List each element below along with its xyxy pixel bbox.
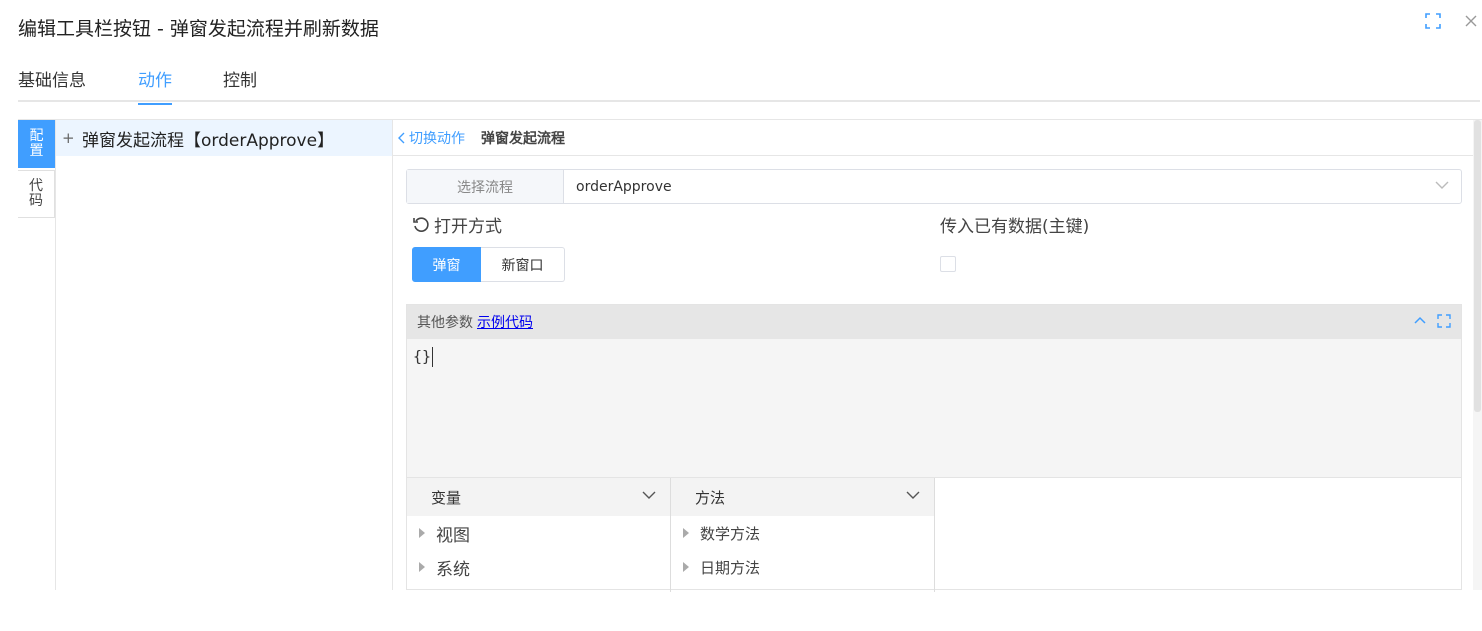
variables-column: 变量 视图 系统 <box>407 478 671 592</box>
caret-right-icon <box>683 562 689 572</box>
open-mode-new-window-button[interactable]: 新窗口 <box>481 247 565 282</box>
fullscreen-icon[interactable] <box>1437 314 1451 328</box>
helpers-area: 变量 视图 系统 方法 数学方法 日期方法 <box>407 477 1461 592</box>
caret-right-icon <box>419 562 425 572</box>
switch-action-label: 切换动作 <box>409 130 465 147</box>
tree-item-label: 数学方法 <box>700 524 761 543</box>
action-config-pane: 切换动作 弹窗发起流程 选择流程 orderApprove 打开方式 弹窗 新窗… <box>393 120 1473 592</box>
pass-data-checkbox[interactable] <box>940 256 956 272</box>
scrollbar-thumb[interactable] <box>1474 120 1481 412</box>
tab-basic-info[interactable]: 基础信息 <box>18 66 86 103</box>
scrollbar[interactable] <box>1473 120 1482 590</box>
side-tab-config-label: 配置 <box>29 128 44 159</box>
open-mode-group: 弹窗 新窗口 <box>412 247 565 282</box>
side-tabs: 配置 代码 <box>18 120 56 590</box>
chevron-left-icon <box>398 132 405 143</box>
expand-icon[interactable]: + <box>62 129 75 147</box>
variables-title: 变量 <box>431 488 462 507</box>
tree-item-label: 视图 <box>436 525 470 546</box>
process-select-value: orderApprove <box>576 178 672 195</box>
side-tab-code-label: 代码 <box>29 178 43 209</box>
fullscreen-button[interactable] <box>1422 10 1444 32</box>
tab-actions[interactable]: 动作 <box>138 66 172 105</box>
action-list: + 弹窗发起流程【orderApprove】 <box>56 120 393 590</box>
breadcrumb: 切换动作 弹窗发起流程 <box>393 120 1473 156</box>
chevron-down-icon <box>1435 181 1449 189</box>
close-icon <box>1465 15 1477 27</box>
action-item[interactable]: + 弹窗发起流程【orderApprove】 <box>56 120 392 156</box>
editor-body: 配置 代码 + 弹窗发起流程【orderApprove】 切换动作 弹窗发起流程… <box>18 119 1482 592</box>
tree-item-system[interactable]: 系统 <box>407 550 670 584</box>
methods-title: 方法 <box>695 488 726 507</box>
process-select-label: 选择流程 <box>407 170 564 203</box>
open-mode-dialog-button[interactable]: 弹窗 <box>412 247 481 282</box>
main-tabs: 基础信息 动作 控制 <box>18 60 1480 105</box>
dialog-title: 编辑工具栏按钮 - 弹窗发起流程并刷新数据 <box>18 18 379 40</box>
text-caret <box>432 347 434 367</box>
example-code-link[interactable]: 示例代码 <box>477 312 533 332</box>
pass-data-label: 传入已有数据(主键) <box>940 217 1090 237</box>
variables-header[interactable]: 变量 <box>407 478 670 516</box>
switch-action-link[interactable]: 切换动作 <box>397 128 465 148</box>
process-select: 选择流程 orderApprove <box>406 169 1462 204</box>
caret-right-icon <box>683 528 689 538</box>
tree-item-label: 日期方法 <box>700 558 761 577</box>
side-tab-code[interactable]: 代码 <box>18 170 55 218</box>
caret-right-icon <box>419 528 425 538</box>
params-header: 其他参数 示例代码 <box>407 305 1461 339</box>
action-item-label: 弹窗发起流程【orderApprove】 <box>82 130 335 151</box>
params-label: 其他参数 <box>417 315 473 331</box>
current-action-title: 弹窗发起流程 <box>481 130 565 147</box>
params-panel: 其他参数 示例代码 {} 变量 视图 系统 方法 数学方法 日期方法 <box>406 304 1462 592</box>
process-select-dropdown[interactable]: orderApprove <box>564 170 1461 203</box>
chevron-up-icon[interactable] <box>1413 314 1427 328</box>
side-tab-config[interactable]: 配置 <box>18 120 55 168</box>
close-button[interactable] <box>1460 10 1482 32</box>
params-code-text: {} <box>413 347 432 366</box>
open-mode-label: 打开方式 <box>434 217 502 237</box>
tab-control[interactable]: 控制 <box>223 66 257 103</box>
tree-item-date-methods[interactable]: 日期方法 <box>671 550 934 584</box>
reset-icon[interactable] <box>412 216 430 234</box>
fullscreen-icon <box>1425 13 1441 29</box>
tree-item-view[interactable]: 视图 <box>407 516 670 550</box>
chevron-down-icon <box>642 491 656 499</box>
tree-item-label: 系统 <box>436 559 470 580</box>
params-code-editor[interactable]: {} <box>407 339 1461 477</box>
chevron-down-icon <box>906 491 920 499</box>
tree-item-math-methods[interactable]: 数学方法 <box>671 516 934 550</box>
methods-column: 方法 数学方法 日期方法 <box>671 478 935 592</box>
open-mode-field: 打开方式 <box>412 212 502 237</box>
methods-header[interactable]: 方法 <box>671 478 934 516</box>
